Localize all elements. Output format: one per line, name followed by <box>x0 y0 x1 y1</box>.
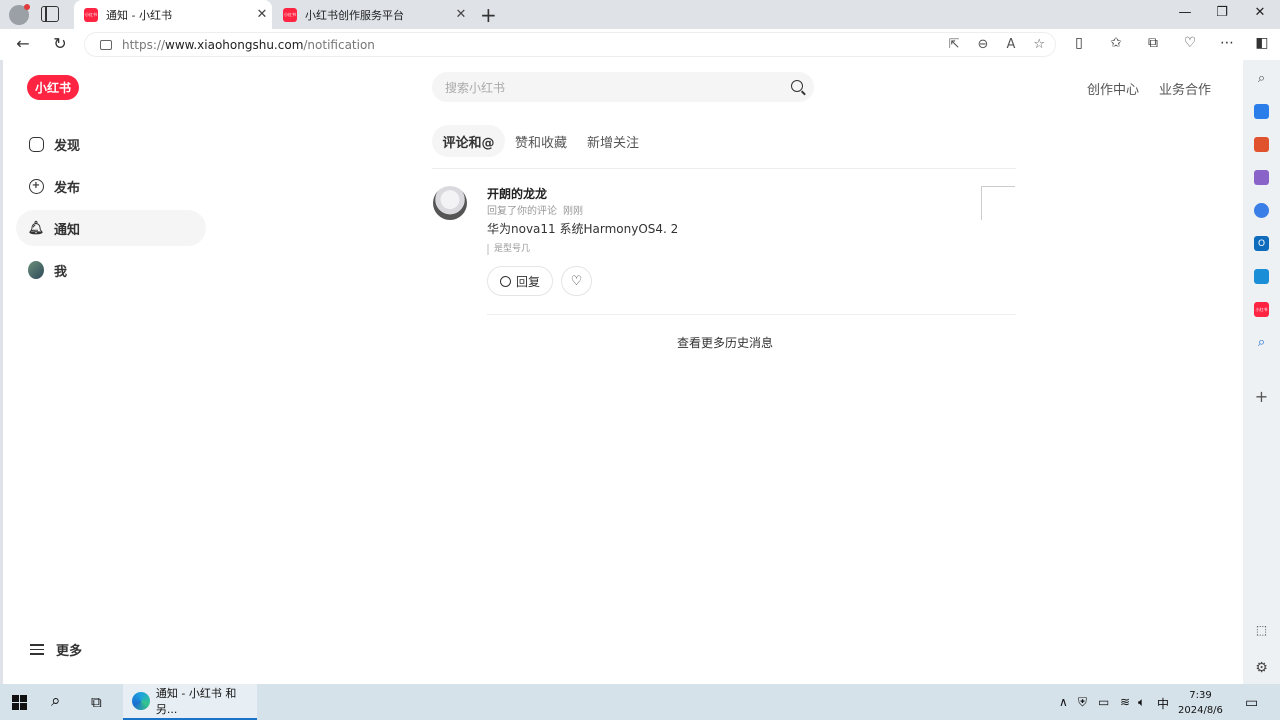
add-icon[interactable]: + <box>1254 387 1269 406</box>
profile-icon[interactable] <box>9 4 30 25</box>
notifications-icon[interactable]: ▭ <box>1245 695 1258 711</box>
volume-icon[interactable]: 🔈︎ <box>1138 695 1145 710</box>
send-icon[interactable] <box>1254 269 1269 284</box>
tab-new-followers[interactable]: 新增关注 <box>580 125 646 157</box>
back-button[interactable]: ← <box>11 34 35 53</box>
edge-icon <box>132 692 150 710</box>
collections-icon[interactable]: ⧉ <box>1140 35 1166 51</box>
note-thumbnail[interactable] <box>981 186 1015 220</box>
close-tab-icon[interactable]: ✕ <box>252 7 272 22</box>
bell-icon: 🔔︎ <box>27 220 45 236</box>
favorite-star-icon[interactable]: ☆ <box>1033 37 1045 52</box>
security-icon[interactable]: ⛨ <box>1078 695 1087 710</box>
favorites-icon[interactable]: ✩ <box>1103 35 1129 51</box>
zoom-icon[interactable]: ⊖ <box>978 37 989 52</box>
quoted-comment: 是型号几 <box>487 244 530 255</box>
new-tab-button[interactable]: + <box>480 3 497 27</box>
chevron-up-icon[interactable]: ∧ <box>1059 695 1068 709</box>
ime-indicator[interactable]: 中 <box>1157 695 1169 712</box>
browser-essentials-icon[interactable]: ♡ <box>1177 35 1203 51</box>
plus-circle-icon: + <box>28 178 44 194</box>
url-text: https://www.xiaohongshu.com/notification <box>122 37 375 52</box>
gear-icon[interactable]: ⚙ <box>1254 660 1269 676</box>
sidebar-toggle-icon[interactable]: ◧ <box>1249 35 1275 51</box>
search-icon[interactable]: ⌕ <box>1254 71 1269 86</box>
tab-creator-platform[interactable]: 小红书 小红书创作服务平台 ✕ <box>273 0 471 29</box>
search-icon[interactable]: ⌕ <box>51 691 61 711</box>
xiaohongshu-icon[interactable]: 小红书 <box>1254 302 1269 317</box>
copilot-icon[interactable] <box>1254 203 1269 218</box>
settings-more-icon[interactable]: ⋯ <box>1214 35 1240 51</box>
read-aloud-icon[interactable]: A <box>1006 37 1015 52</box>
windows-start-icon[interactable] <box>12 695 27 710</box>
avatar[interactable] <box>433 186 467 220</box>
split-screen-icon[interactable]: ▯ <box>1066 35 1092 51</box>
xiaohongshu-icon: 小红书 <box>283 7 297 22</box>
refresh-button[interactable]: ↻ <box>48 34 72 53</box>
tab-notification[interactable]: 小红书 通知 - 小红书 ✕ <box>74 0 272 29</box>
home-icon <box>28 136 44 152</box>
tab-actions-icon[interactable] <box>41 6 59 22</box>
xiaohongshu-icon: 小红书 <box>84 7 98 22</box>
system-clock[interactable]: 7:39 2024/8/6 <box>1178 688 1223 718</box>
shopping-icon[interactable] <box>1254 104 1269 119</box>
nav-item-publish[interactable]: + 发布 <box>16 168 206 204</box>
edge-sidebar: ⌕ O 小红书 ⌕ + ⬚ ⚙ <box>1243 60 1280 684</box>
page-viewport: 小红书 发现 + 发布 🔔︎ 通知 我 更多 搜索小红书 创作中心 业务合作 评… <box>3 60 1243 684</box>
close-window-button[interactable]: ✕ <box>1240 5 1280 20</box>
search-input[interactable]: 搜索小红书 <box>432 72 814 102</box>
page-info-icon[interactable] <box>100 39 112 50</box>
minimize-button[interactable]: — <box>1165 5 1205 20</box>
open-in-app-icon[interactable]: ⇱ <box>949 37 960 52</box>
nav-item-notification[interactable]: 🔔︎ 通知 <box>16 210 206 246</box>
more-menu[interactable]: 更多 <box>30 640 82 659</box>
bing-search-icon[interactable]: ⌕ <box>1254 335 1269 350</box>
wifi-icon[interactable]: ≋ <box>1120 695 1130 709</box>
address-bar[interactable]: https://www.xiaohongshu.com/notification… <box>84 32 1056 57</box>
tools-icon[interactable] <box>1254 137 1269 152</box>
nav-item-me[interactable]: 我 <box>16 252 206 288</box>
battery-icon[interactable]: ▭ <box>1098 695 1109 709</box>
browser-tab-strip: 小红书 通知 - 小红书 ✕ 小红书 小红书创作服务平台 ✕ + — ❐ ✕ <box>0 0 1280 29</box>
comment-icon <box>499 275 511 287</box>
nav-item-discover[interactable]: 发现 <box>16 126 206 162</box>
search-icon[interactable] <box>791 80 803 92</box>
site-logo[interactable]: 小红书 <box>27 75 79 100</box>
screenshot-icon[interactable]: ⬚ <box>1254 622 1269 637</box>
notification-content: 华为nova11 系统HarmonyOS4. 2 <box>487 222 679 236</box>
task-view-icon[interactable]: ⧉ <box>91 693 102 711</box>
like-button[interactable]: ♡ <box>561 266 592 296</box>
taskbar-edge-app[interactable]: 通知 - 小红书 和另... <box>123 684 257 720</box>
outlook-icon[interactable]: O <box>1254 236 1269 251</box>
browser-toolbar: ← ↻ https://www.xiaohongshu.com/notifica… <box>0 29 1280 60</box>
menu-icon <box>30 641 44 658</box>
tab-comments-mentions[interactable]: 评论和@ <box>432 125 505 157</box>
avatar <box>28 261 44 279</box>
divider <box>432 168 1016 169</box>
heart-icon: ♡ <box>570 273 583 289</box>
notification-meta: 回复了你的评论 刚刚 <box>487 206 583 217</box>
games-icon[interactable] <box>1254 170 1269 185</box>
tab-likes-collections[interactable]: 赞和收藏 <box>508 125 574 157</box>
taskbar: ⌕ ⧉ 通知 - 小红书 和另... ∧ ⛨ ▭ ≋ 🔈︎ 中 7:39 202… <box>0 684 1280 720</box>
creator-center-link[interactable]: 创作中心 <box>1087 79 1139 98</box>
reply-button[interactable]: 回复 <box>487 266 553 296</box>
notification-username[interactable]: 开朗的龙龙 <box>487 185 547 202</box>
maximize-button[interactable]: ❐ <box>1202 5 1242 20</box>
business-cooperation-link[interactable]: 业务合作 <box>1159 79 1211 98</box>
close-tab-icon[interactable]: ✕ <box>451 7 471 22</box>
more-history-link[interactable]: 查看更多历史消息 <box>677 334 773 351</box>
divider <box>487 314 1016 315</box>
